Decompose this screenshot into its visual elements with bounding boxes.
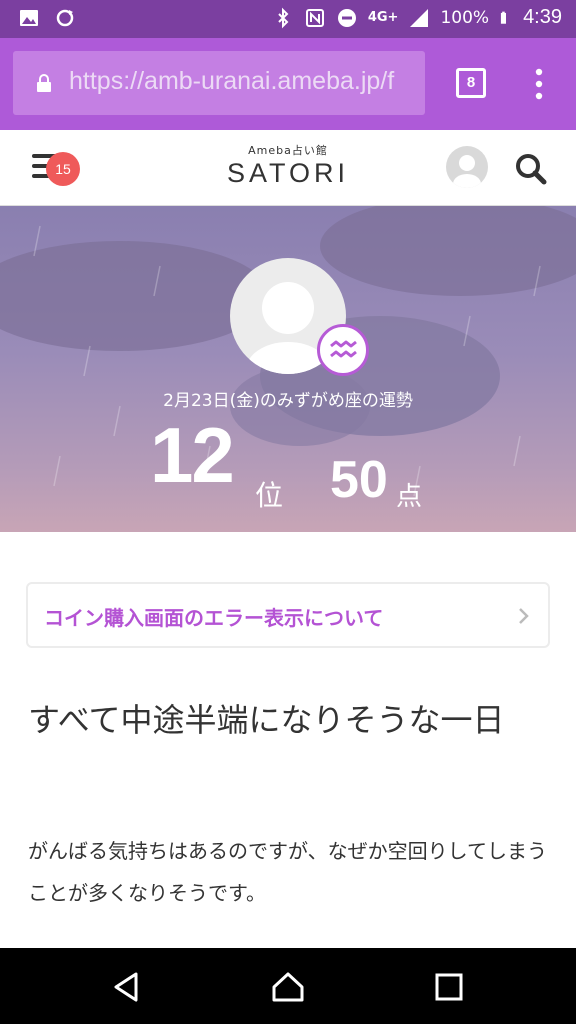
score-number: 50: [330, 451, 388, 509]
do-not-disturb-icon: [337, 8, 356, 27]
lock-icon: [37, 74, 51, 92]
battery-percent: 100%: [440, 7, 490, 28]
bluetooth-icon: [278, 7, 289, 28]
tab-switcher-button[interactable]: 8: [456, 68, 486, 98]
chevron-right-icon: [519, 608, 529, 624]
sync-notification-icon: [56, 9, 74, 27]
url-text[interactable]: https://amb-uranai.ameba.jp/f: [69, 67, 419, 96]
overflow-menu-icon[interactable]: [528, 66, 550, 102]
default-avatar-icon: [453, 155, 481, 188]
status-bar: 4G+ 100% 4:39: [0, 0, 576, 38]
fortune-description: がんばる気持ちはあるのですが、なぜか空回りしてしまうことが多くなりそうです。: [28, 839, 547, 905]
recents-icon[interactable]: [432, 970, 466, 1004]
notice-link[interactable]: コイン購入画面のエラー表示について: [26, 582, 550, 648]
aquarius-icon: [317, 324, 369, 376]
site-logo[interactable]: Ameba占い館 SATORI: [0, 142, 576, 188]
signal-icon: [410, 8, 429, 27]
rank-number: 12: [150, 411, 235, 499]
fortune-date: 2月23日(金)のみずがめ座の運勢: [163, 391, 413, 411]
score-unit: 点: [396, 482, 423, 512]
address-bar[interactable]: https://amb-uranai.ameba.jp/f: [13, 51, 425, 115]
logo-title: SATORI: [226, 158, 350, 188]
home-icon[interactable]: [271, 970, 305, 1004]
rank-unit: 位: [255, 479, 284, 512]
fortune-headline: すべて中途半端になりそうな一日: [28, 701, 505, 739]
search-icon[interactable]: [514, 152, 548, 186]
logo-subtitle: Ameba占い館: [248, 144, 328, 157]
nfc-icon: [305, 8, 324, 27]
site-header: 15 Ameba占い館 SATORI: [0, 130, 576, 206]
clock: 4:39: [523, 6, 562, 28]
fortune-hero: 2月23日(金)のみずがめ座の運勢 12 位 50 点: [0, 206, 576, 532]
battery-icon: [500, 11, 507, 24]
user-avatar[interactable]: [446, 146, 488, 188]
network-type: 4G+: [367, 10, 399, 25]
back-icon[interactable]: [110, 970, 144, 1004]
image-notification-icon: [20, 10, 38, 26]
notice-label: コイン購入画面のエラー表示について: [44, 606, 384, 630]
system-nav-bar: [0, 948, 576, 1024]
browser-toolbar: https://amb-uranai.ameba.jp/f 8: [0, 38, 576, 130]
